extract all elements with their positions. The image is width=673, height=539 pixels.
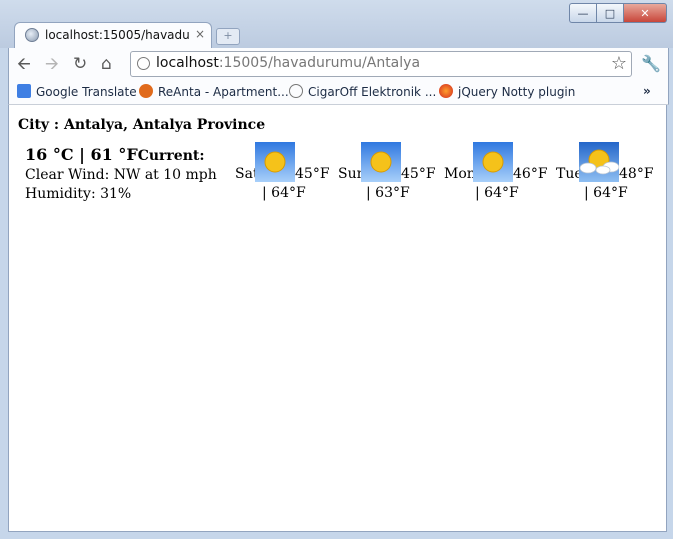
window-titlebar: — □ ✕ localhost:15005/havadurumu × + bbox=[0, 0, 673, 49]
day-high: 45°F bbox=[401, 166, 436, 182]
partly-cloudy-icon bbox=[579, 142, 619, 182]
url-host: localhost bbox=[156, 55, 219, 71]
current-conditions: Clear Wind: NW at 10 mph bbox=[25, 167, 217, 183]
address-bar[interactable]: localhost:15005/havadurumu/Antalya ☆ bbox=[130, 51, 632, 77]
city-heading: City : Antalya, Antalya Province bbox=[18, 117, 266, 133]
current-temperature: 16 °C | 61 °F bbox=[25, 145, 138, 164]
bookmark-label: jQuery Notty plugin bbox=[458, 85, 576, 99]
bookmark-label: CigarOff Elektronik ... bbox=[308, 85, 437, 99]
browser-tab[interactable]: localhost:15005/havadurumu × bbox=[14, 22, 212, 49]
close-window-button[interactable]: ✕ bbox=[623, 3, 667, 23]
bookmark-label: Google Translate bbox=[36, 85, 137, 99]
bookmark-google-translate[interactable]: Google Translate bbox=[17, 84, 137, 99]
day-low: | 64°F bbox=[584, 185, 628, 201]
minimize-button[interactable]: — bbox=[569, 3, 596, 23]
day-name: Mon bbox=[444, 166, 476, 182]
notty-icon bbox=[439, 84, 453, 98]
tab-close-icon[interactable]: × bbox=[195, 27, 205, 41]
wrench-icon[interactable]: 🔧 bbox=[641, 54, 661, 74]
translate-icon bbox=[17, 84, 31, 98]
reanta-icon bbox=[139, 84, 153, 98]
maximize-button[interactable]: □ bbox=[596, 3, 623, 23]
window-controls: — □ ✕ bbox=[569, 3, 667, 23]
sunny-icon bbox=[473, 142, 513, 182]
bookmark-cigaroff[interactable]: CigarOff Elektronik ... bbox=[289, 84, 436, 99]
current-label: Current: bbox=[137, 148, 205, 164]
sunny-icon bbox=[255, 142, 295, 182]
forward-arrow-icon[interactable]: 🡪 bbox=[45, 54, 59, 74]
day-high: 45°F bbox=[295, 166, 330, 182]
url-text: localhost:15005/havadurumu/Antalya bbox=[156, 55, 420, 71]
sunny-icon bbox=[361, 142, 401, 182]
bookmark-reanta[interactable]: ReAnta - Apartment... bbox=[139, 84, 289, 99]
page-content: City : Antalya, Antalya Province 16 °C |… bbox=[8, 105, 667, 532]
globe-icon bbox=[25, 28, 39, 42]
bookmarks-bar: Google Translate ReAnta - Apartment... C… bbox=[8, 80, 669, 105]
day-low: | 63°F bbox=[366, 185, 410, 201]
current-weather: 16 °C | 61 °FCurrent: Clear Wind: NW at … bbox=[25, 145, 217, 204]
back-arrow-icon[interactable]: 🡨 bbox=[17, 54, 31, 74]
reload-icon[interactable]: ↻ bbox=[73, 54, 87, 74]
url-path: :15005/havadurumu/Antalya bbox=[218, 55, 421, 71]
more-bookmarks-icon[interactable]: » bbox=[643, 84, 651, 98]
globe-icon bbox=[289, 84, 303, 98]
bookmark-label: ReAnta - Apartment... bbox=[158, 85, 289, 99]
bookmark-star-icon[interactable]: ☆ bbox=[611, 53, 627, 74]
home-icon[interactable]: ⌂ bbox=[101, 54, 112, 74]
page-icon bbox=[137, 57, 150, 70]
new-tab-button[interactable]: + bbox=[216, 28, 240, 45]
day-high: 48°F bbox=[619, 166, 654, 182]
day-low: | 64°F bbox=[262, 185, 306, 201]
day-high: 46°F bbox=[513, 166, 548, 182]
tab-title: localhost:15005/havadurumu bbox=[45, 28, 190, 42]
bookmark-jquery-notty[interactable]: jQuery Notty plugin bbox=[439, 84, 575, 99]
day-low: | 64°F bbox=[475, 185, 519, 201]
browser-toolbar: 🡨 🡪 ↻ ⌂ localhost:15005/havadurumu/Antal… bbox=[8, 48, 669, 80]
current-humidity: Humidity: 31% bbox=[25, 186, 132, 202]
